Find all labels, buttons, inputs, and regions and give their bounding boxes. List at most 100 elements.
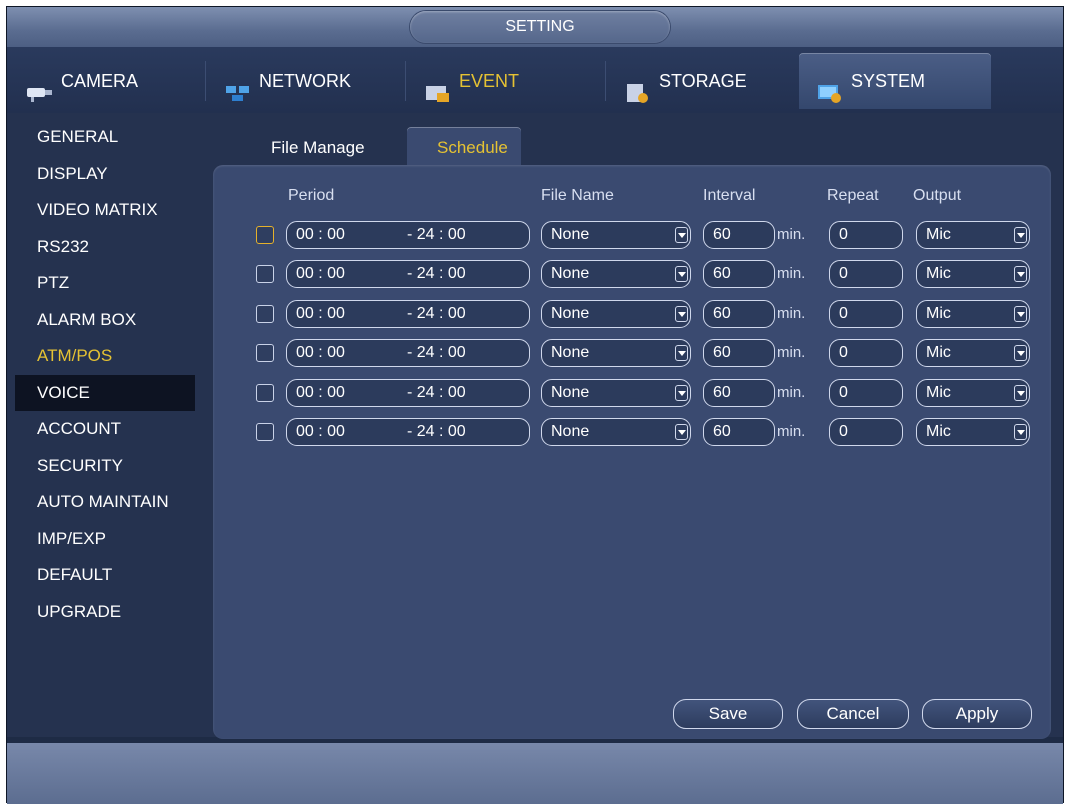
repeat-value: 0	[839, 383, 848, 401]
output-value: Mic	[926, 265, 951, 283]
network-icon	[223, 70, 251, 101]
sidebar-item-display[interactable]: DISPLAY	[15, 156, 195, 193]
interval-unit: min.	[777, 226, 806, 243]
period-start: 00 : 00	[296, 383, 345, 401]
repeat-input[interactable]: 0	[829, 339, 903, 368]
interval-unit: min.	[777, 265, 806, 283]
sidebar-item-auto-maintain[interactable]: AUTO MAINTAIN	[15, 484, 195, 521]
file-name-value: None	[551, 265, 590, 283]
output-select[interactable]: Mic	[916, 221, 1030, 249]
tab-storage-label: STORAGE	[659, 71, 747, 91]
repeat-value: 0	[839, 304, 848, 322]
repeat-input[interactable]: 0	[829, 221, 903, 249]
output-select[interactable]: Mic	[916, 378, 1030, 407]
tab-schedule[interactable]: Schedule	[407, 127, 521, 165]
interval-input[interactable]: 60	[703, 221, 775, 249]
period-end: - 24 : 00	[407, 383, 466, 401]
apply-button[interactable]: Apply	[922, 699, 1032, 729]
content-area: GENERAL DISPLAY VIDEO MATRIX RS232 PTZ A…	[7, 113, 1063, 739]
interval-input[interactable]: 60	[703, 339, 775, 368]
interval-unit: min.	[777, 344, 806, 362]
row-enable-checkbox[interactable]	[256, 265, 274, 284]
output-select[interactable]: Mic	[916, 418, 1030, 446]
sidebar-item-ptz[interactable]: PTZ	[15, 265, 195, 302]
camera-icon	[25, 70, 53, 102]
tab-system[interactable]: SYSTEM	[799, 53, 991, 109]
tab-event-label: EVENT	[459, 71, 520, 91]
row-enable-checkbox[interactable]	[256, 423, 274, 441]
interval-unit: min.	[777, 423, 806, 440]
chevron-down-icon	[675, 266, 688, 283]
output-select[interactable]: Mic	[916, 260, 1030, 289]
sidebar-item-upgrade[interactable]: UPGRADE	[15, 594, 195, 631]
interval-value: 60	[713, 265, 731, 283]
repeat-input[interactable]: 0	[829, 299, 903, 328]
interval-input[interactable]: 60	[703, 299, 775, 328]
tab-event[interactable]: EVENT	[407, 53, 597, 109]
interval-input[interactable]: 60	[703, 378, 775, 407]
output-value: Mic	[926, 344, 951, 362]
row-enable-checkbox[interactable]	[256, 383, 274, 402]
sidebar-item-video-matrix[interactable]: VIDEO MATRIX	[15, 192, 195, 229]
chevron-down-icon	[1014, 305, 1027, 322]
interval-input[interactable]: 60	[703, 418, 775, 446]
sidebar-item-atm-pos[interactable]: ATM/POS	[15, 338, 195, 375]
file-name-select[interactable]: None	[541, 260, 691, 289]
sidebar-item-alarm-box[interactable]: ALARM BOX	[15, 302, 195, 339]
tab-network-label: NETWORK	[259, 71, 351, 91]
chevron-down-icon	[1014, 384, 1027, 401]
tab-file-manage[interactable]: File Manage	[253, 127, 383, 165]
interval-value: 60	[713, 344, 731, 362]
file-name-select[interactable]: None	[541, 378, 691, 407]
repeat-input[interactable]: 0	[829, 260, 903, 289]
interval-value: 60	[713, 383, 731, 401]
period-start: 00 : 00	[296, 265, 345, 283]
period-end: - 24 : 00	[407, 304, 466, 322]
tab-camera[interactable]: CAMERA	[9, 53, 199, 109]
chevron-down-icon	[1014, 424, 1027, 440]
repeat-input[interactable]: 0	[829, 378, 903, 407]
schedule-row: 00 : 00 - 24 : 00 None 60 min. 0 Mic	[213, 378, 1051, 409]
row-enable-checkbox[interactable]	[256, 226, 274, 244]
period-start: 00 : 00	[296, 344, 345, 362]
row-enable-checkbox[interactable]	[256, 304, 274, 323]
repeat-input[interactable]: 0	[829, 418, 903, 446]
period-input[interactable]: 00 : 00 - 24 : 00	[286, 378, 530, 407]
output-select[interactable]: Mic	[916, 299, 1030, 328]
period-end: - 24 : 00	[407, 423, 466, 440]
sidebar-item-default[interactable]: DEFAULT	[15, 557, 195, 594]
file-name-select[interactable]: None	[541, 339, 691, 368]
save-button[interactable]: Save	[673, 699, 783, 729]
period-input[interactable]: 00 : 00 - 24 : 00	[286, 221, 530, 249]
period-input[interactable]: 00 : 00 - 24 : 00	[286, 260, 530, 289]
sidebar-item-account[interactable]: ACCOUNT	[15, 411, 195, 448]
period-end: - 24 : 00	[407, 226, 466, 243]
file-name-select[interactable]: None	[541, 221, 691, 249]
tab-system-label: SYSTEM	[851, 71, 926, 91]
cancel-button[interactable]: Cancel	[797, 699, 909, 729]
system-icon	[815, 70, 843, 103]
tab-network[interactable]: NETWORK	[207, 53, 397, 109]
file-name-value: None	[551, 304, 590, 322]
sidebar-item-imp-exp[interactable]: IMP/EXP	[15, 521, 195, 558]
file-name-select[interactable]: None	[541, 418, 691, 446]
file-name-value: None	[551, 383, 590, 401]
period-input[interactable]: 00 : 00 - 24 : 00	[286, 418, 530, 446]
sidebar-item-voice[interactable]: VOICE	[15, 374, 195, 411]
file-name-select[interactable]: None	[541, 299, 691, 328]
period-input[interactable]: 00 : 00 - 24 : 00	[286, 299, 530, 328]
interval-input[interactable]: 60	[703, 260, 775, 289]
tab-storage[interactable]: STORAGE	[607, 53, 797, 109]
repeat-value: 0	[839, 423, 848, 440]
schedule-row: 00 : 00 - 24 : 00 None 60 min. 0 Mic	[213, 299, 1051, 330]
row-enable-checkbox[interactable]	[256, 344, 274, 363]
schedule-row: 00 : 00 - 24 : 00 None 60 min. 0 Mic	[213, 418, 1051, 448]
output-select[interactable]: Mic	[916, 339, 1030, 368]
sidebar-item-general[interactable]: GENERAL	[15, 119, 195, 156]
output-value: Mic	[926, 423, 951, 440]
schedule-row: 00 : 00 - 24 : 00 None 60 min. 0 Mic	[213, 221, 1051, 251]
sidebar-item-rs232[interactable]: RS232	[15, 229, 195, 266]
period-input[interactable]: 00 : 00 - 24 : 00	[286, 339, 530, 368]
sidebar-item-security[interactable]: SECURITY	[15, 448, 195, 485]
footer-bar	[7, 743, 1063, 804]
